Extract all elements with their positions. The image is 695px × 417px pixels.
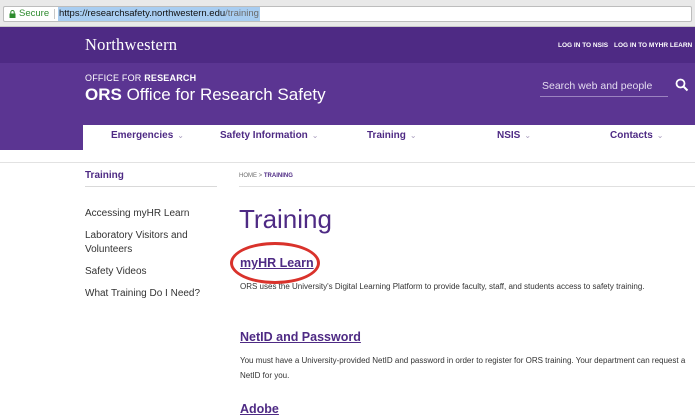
main-nav: Emergencies ⌄ Safety Information ⌄ Trainin… bbox=[0, 125, 695, 163]
nav-safety-information[interactable]: Safety Information ⌄ bbox=[220, 130, 319, 141]
office-label: OFFICE FOR RESEARCH bbox=[85, 73, 196, 83]
sidebar-title[interactable]: Training bbox=[85, 170, 124, 181]
nav-contacts[interactable]: Contacts ⌄ bbox=[610, 130, 664, 141]
breadcrumb: HOME > TRAINING bbox=[239, 173, 293, 179]
sidebar-item-accessing-myhr-learn[interactable]: Accessing myHR Learn bbox=[85, 207, 220, 221]
nav-label: Training bbox=[367, 130, 406, 141]
chevron-down-icon: ⌄ bbox=[311, 131, 319, 140]
url-path: /training bbox=[225, 8, 259, 19]
site-title-acronym: ORS bbox=[85, 85, 122, 104]
breadcrumb-separator: > bbox=[258, 173, 263, 179]
top-bar: Northwestern LOG IN TO NSIS LOG IN TO MY… bbox=[0, 27, 695, 63]
sidebar-item-what-training[interactable]: What Training Do I Need? bbox=[85, 287, 220, 301]
login-nsis-link[interactable]: LOG IN TO NSIS bbox=[558, 42, 608, 49]
annotation-circle bbox=[230, 242, 320, 284]
search-underline bbox=[540, 96, 668, 97]
address-divider bbox=[54, 9, 55, 19]
search-input[interactable]: Search web and people bbox=[542, 80, 652, 92]
browser-address-bar: Secure https://researchsafety.northweste… bbox=[0, 0, 695, 27]
nav-nsis[interactable]: NSIS ⌄ bbox=[497, 130, 531, 141]
nav-emergencies[interactable]: Emergencies ⌄ bbox=[111, 130, 184, 141]
sidebar-item-laboratory-visitors[interactable]: Laboratory Visitors and Volunteers bbox=[85, 229, 220, 257]
url-text[interactable]: https://researchsafety.northwestern.edu/… bbox=[58, 7, 260, 21]
chevron-down-icon: ⌄ bbox=[656, 131, 664, 140]
northwestern-wordmark[interactable]: Northwestern bbox=[85, 35, 177, 55]
adobe-link[interactable]: Adobe bbox=[240, 402, 279, 416]
chevron-down-icon: ⌄ bbox=[409, 131, 417, 140]
netid-password-description: You must have a University-provided NetI… bbox=[240, 356, 686, 380]
myhr-learn-description: ORS uses the University's Digital Learni… bbox=[240, 282, 645, 291]
url-host: https://researchsafety.northwestern.edu bbox=[59, 8, 226, 19]
nav-label: Safety Information bbox=[220, 130, 308, 141]
site-banner: OFFICE FOR RESEARCH ORS Office for Resea… bbox=[0, 63, 695, 125]
secure-label: Secure bbox=[19, 8, 50, 19]
site-title[interactable]: ORS Office for Research Safety bbox=[85, 85, 326, 105]
nav-training[interactable]: Training ⌄ bbox=[367, 130, 417, 141]
sidebar-item-safety-videos[interactable]: Safety Videos bbox=[85, 265, 220, 279]
content-divider bbox=[239, 186, 695, 187]
site-title-rest: Office for Research Safety bbox=[121, 85, 326, 104]
office-prefix: OFFICE FOR bbox=[85, 73, 145, 83]
login-myhr-learn-link[interactable]: LOG IN TO MYHR LEARN bbox=[614, 42, 692, 49]
breadcrumb-home[interactable]: HOME bbox=[239, 173, 257, 179]
office-bold: RESEARCH bbox=[144, 73, 197, 83]
nav-label: Contacts bbox=[610, 130, 653, 141]
chevron-down-icon: ⌄ bbox=[177, 131, 184, 140]
nav-label: NSIS bbox=[497, 130, 521, 141]
sidebar-divider bbox=[85, 186, 217, 187]
page-title: Training bbox=[239, 204, 332, 234]
search-icon[interactable] bbox=[675, 78, 689, 92]
nav-label: Emergencies bbox=[111, 130, 174, 141]
url-field[interactable]: Secure https://researchsafety.northweste… bbox=[3, 6, 692, 22]
chevron-down-icon: ⌄ bbox=[524, 131, 532, 140]
netid-password-link[interactable]: NetID and Password bbox=[240, 330, 361, 344]
search-box[interactable]: Search web and people bbox=[540, 78, 689, 97]
breadcrumb-current: TRAINING bbox=[263, 173, 293, 179]
lock-icon bbox=[9, 10, 16, 18]
